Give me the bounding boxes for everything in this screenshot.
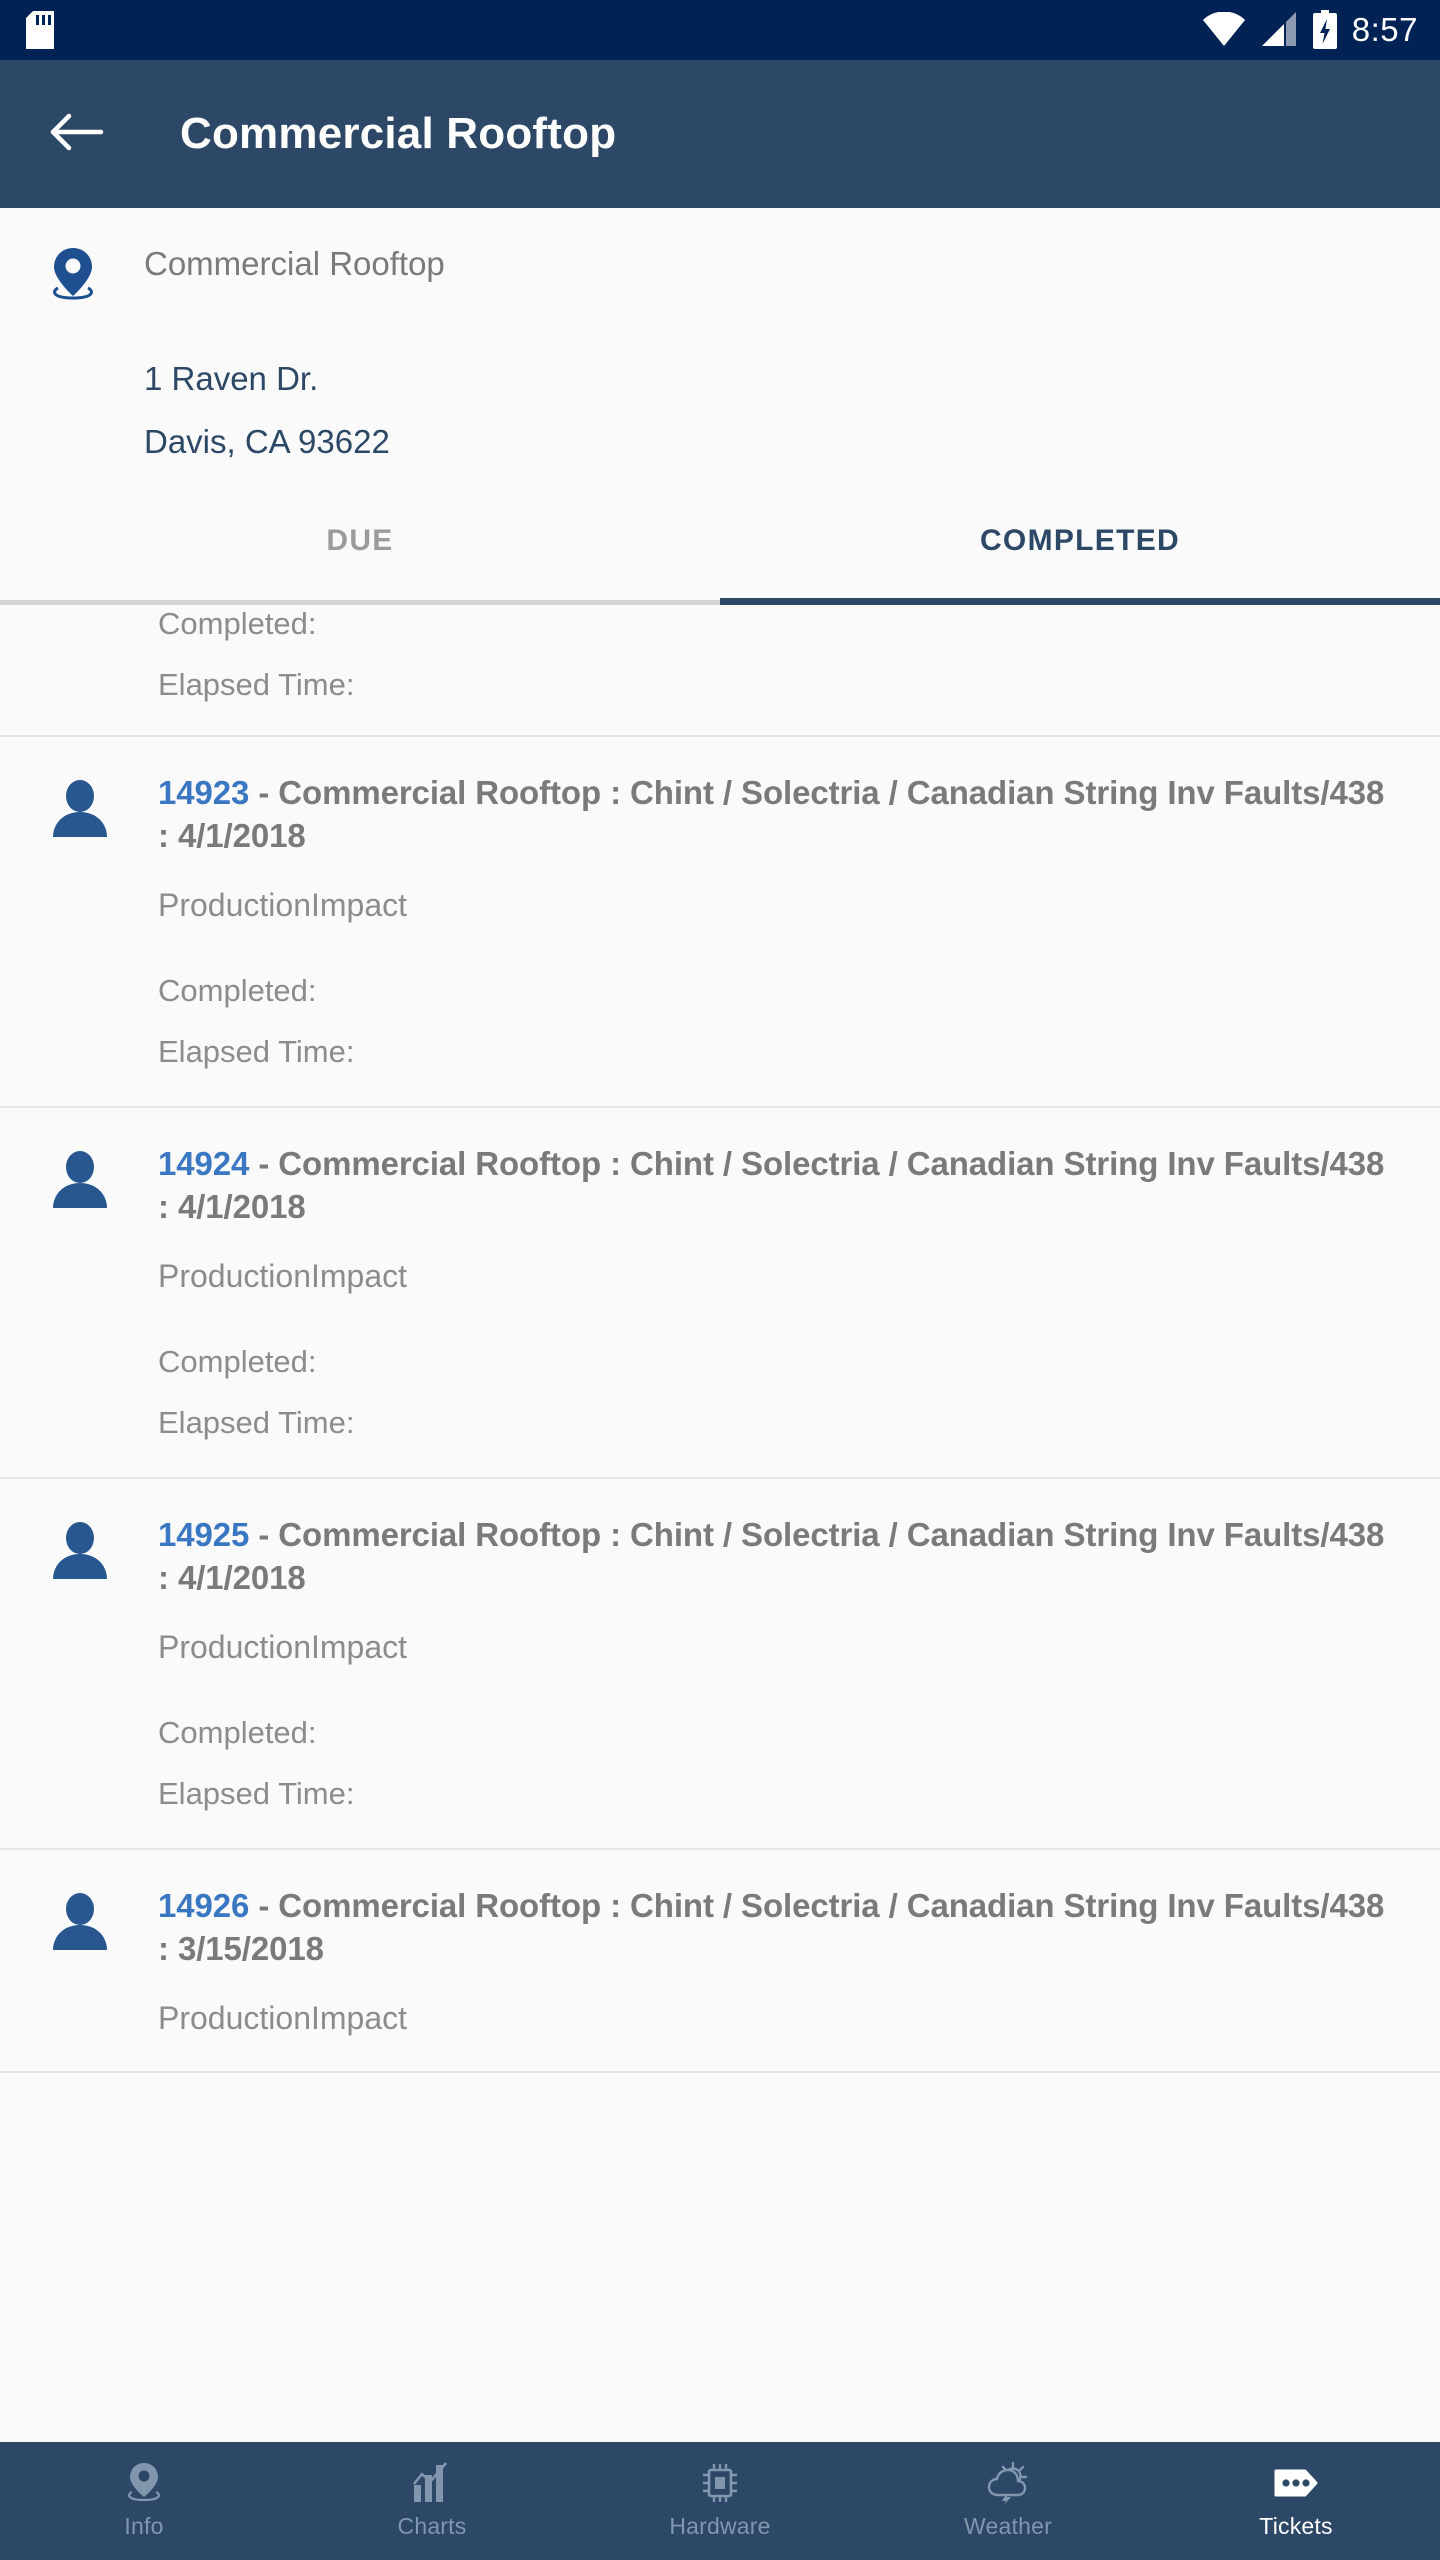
table-row[interactable]: Completed: Elapsed Time: [0, 605, 1440, 737]
ticket-impact: ProductionImpact [158, 886, 408, 923]
site-address-line-1: 1 Raven Dr. [144, 360, 319, 397]
ticket-id[interactable]: 14924 [158, 1145, 249, 1182]
site-name-row: Commercial Rooftop [0, 244, 1440, 311]
table-row[interactable]: 14924 - Commercial Rooftop : Chint / Sol… [0, 1107, 1440, 1479]
avatar [50, 1884, 124, 2037]
avatar [50, 1513, 124, 1814]
ticket-id[interactable]: 14923 [158, 774, 249, 811]
ticket-icon [1273, 2462, 1319, 2504]
bottom-navigation: Info Charts Hardware Weather Tickets [0, 2442, 1440, 2560]
nav-item-tickets[interactable]: Tickets [1152, 2462, 1440, 2540]
app-bar: Commercial Rooftop [0, 60, 1440, 208]
page-title: Commercial Rooftop [180, 109, 617, 158]
ticket-meta-group: Completed: Elapsed Time: [50, 605, 1400, 705]
nav-label-info: Info [124, 2513, 164, 2539]
wifi-icon [1202, 9, 1246, 51]
avatar [50, 771, 124, 1072]
back-button[interactable] [46, 103, 108, 165]
ticket-title: 14926 - Commercial Rooftop : Chint / Sol… [158, 1884, 1400, 1971]
ticket-completed-label: Completed: [158, 1715, 317, 1751]
tab-completed[interactable]: COMPLETED [720, 506, 1440, 606]
ticket-impact: ProductionImpact [158, 1628, 408, 1665]
ticket-content: 14924 - Commercial Rooftop : Chint / Sol… [124, 1142, 1400, 1443]
ticket-content: 14925 - Commercial Rooftop : Chint / Sol… [124, 1513, 1400, 1814]
ticket-completed-label: Completed: [158, 606, 317, 642]
ticket-elapsed-label: Elapsed Time: [158, 666, 355, 702]
nav-label-weather: Weather [964, 2513, 1052, 2539]
site-name: Commercial Rooftop [144, 245, 445, 282]
ticket-content: 14923 - Commercial Rooftop : Chint / Sol… [124, 771, 1400, 1072]
ticket-description: - Commercial Rooftop : Chint / Solectria… [158, 1144, 1385, 1226]
location-pin-icon [50, 244, 106, 311]
ticket-content: 14926 - Commercial Rooftop : Chint / Sol… [124, 1884, 1400, 2037]
ticket-description: - Commercial Rooftop : Chint / Solectria… [158, 1886, 1385, 1968]
ticket-completed-label: Completed: [158, 973, 317, 1009]
nav-item-hardware[interactable]: Hardware [576, 2462, 864, 2540]
site-address-line-2: Davis, CA 93622 [144, 422, 390, 460]
tab-bar: DUE COMPLETED [0, 506, 1440, 606]
person-icon [53, 1521, 107, 1579]
person-icon [53, 1150, 107, 1208]
battery-charging-icon [1312, 9, 1338, 51]
completed-ticket-list[interactable]: Completed: Elapsed Time: 14923 - Commerc… [0, 605, 1440, 2442]
ticket-elapsed-label: Elapsed Time: [158, 1775, 355, 1811]
ticket-meta-group: Completed: Elapsed Time: [158, 1343, 1400, 1443]
status-bar: 8:57 [0, 0, 1440, 60]
person-icon [53, 779, 107, 837]
ticket-elapsed-label: Elapsed Time: [158, 1404, 355, 1440]
nav-item-info[interactable]: Info [0, 2462, 288, 2540]
cellular-signal-icon [1260, 9, 1298, 51]
sd-card-icon [26, 9, 54, 51]
nav-item-weather[interactable]: Weather [864, 2461, 1152, 2540]
nav-label-tickets: Tickets [1259, 2513, 1333, 2539]
tab-due[interactable]: DUE [0, 506, 720, 606]
ticket-impact: ProductionImpact [158, 1257, 408, 1294]
app-screen: 8:57 Commercial Rooftop Commercial Rooft… [0, 0, 1440, 2560]
status-bar-left [26, 9, 54, 51]
ticket-id[interactable]: 14926 [158, 1887, 249, 1924]
ticket-title: 14924 - Commercial Rooftop : Chint / Sol… [158, 1142, 1400, 1229]
back-arrow-icon [49, 111, 105, 158]
ticket-elapsed-label: Elapsed Time: [158, 1033, 355, 1069]
ticket-description: - Commercial Rooftop : Chint / Solectria… [158, 773, 1385, 855]
nav-item-charts[interactable]: Charts [288, 2462, 576, 2540]
storm-cloud-icon [986, 2461, 1030, 2505]
chip-icon [700, 2462, 740, 2504]
ticket-completed-label: Completed: [158, 1344, 317, 1380]
location-pin-icon [126, 2462, 162, 2504]
table-row[interactable]: 14925 - Commercial Rooftop : Chint / Sol… [0, 1478, 1440, 1850]
nav-label-charts: Charts [397, 2513, 467, 2539]
ticket-description: - Commercial Rooftop : Chint / Solectria… [158, 1515, 1385, 1597]
nav-label-hardware: Hardware [669, 2513, 771, 2539]
site-header: Commercial Rooftop 1 Raven Dr. Davis, CA… [0, 208, 1440, 465]
ticket-title: 14925 - Commercial Rooftop : Chint / Sol… [158, 1513, 1400, 1600]
table-row[interactable]: 14923 - Commercial Rooftop : Chint / Sol… [0, 736, 1440, 1108]
person-icon [53, 1892, 107, 1950]
table-row[interactable]: 14926 - Commercial Rooftop : Chint / Sol… [0, 1849, 1440, 2074]
bar-chart-icon [412, 2462, 452, 2504]
ticket-title: 14923 - Commercial Rooftop : Chint / Sol… [158, 771, 1400, 858]
ticket-id[interactable]: 14925 [158, 1516, 249, 1553]
ticket-meta-group: Completed: Elapsed Time: [158, 972, 1400, 1072]
status-bar-clock: 8:57 [1351, 10, 1418, 48]
status-bar-right: 8:57 [1202, 9, 1418, 51]
ticket-impact: ProductionImpact [158, 1999, 408, 2036]
avatar [50, 1142, 124, 1443]
ticket-meta-group: Completed: Elapsed Time: [158, 1714, 1400, 1814]
